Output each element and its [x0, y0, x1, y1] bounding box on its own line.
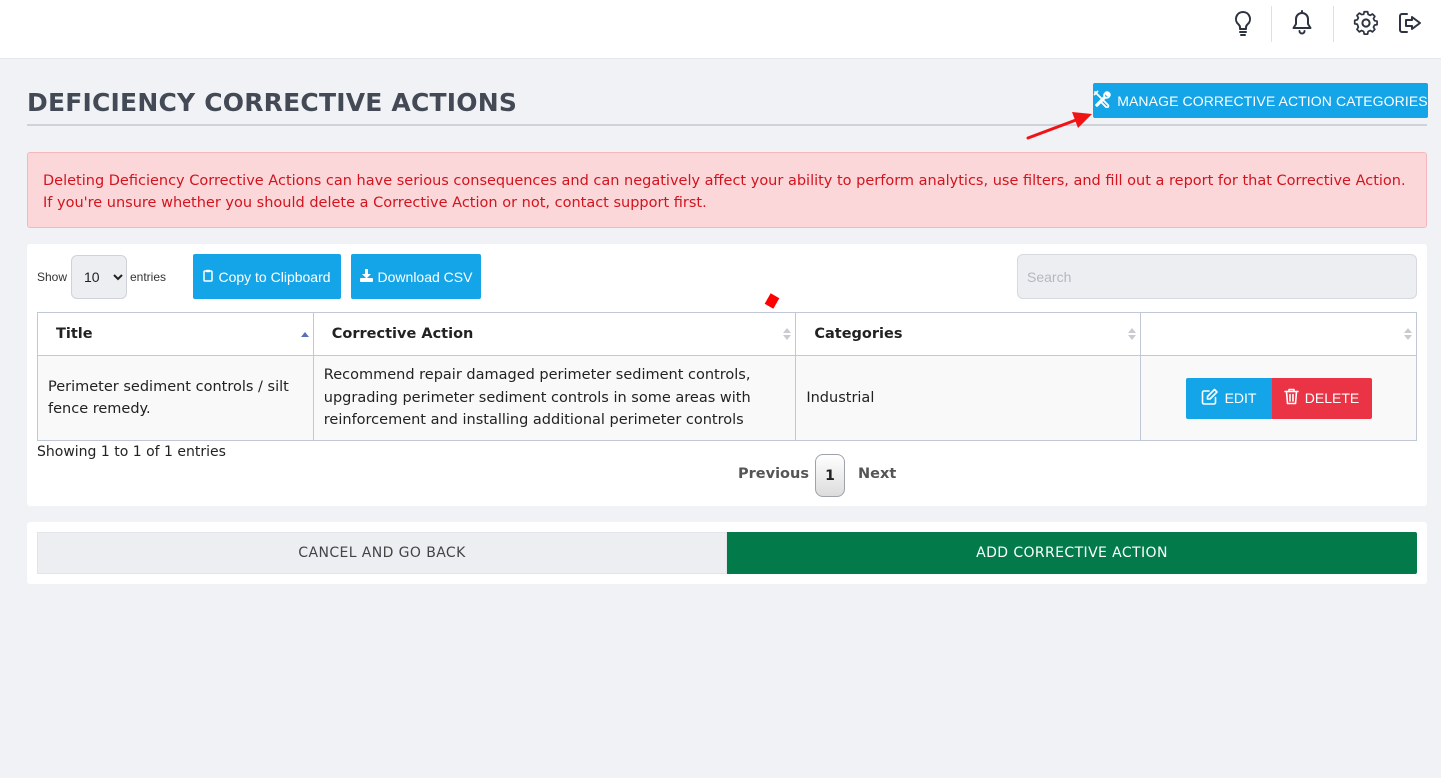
top-bar — [0, 0, 1441, 59]
logout-icon[interactable] — [1396, 8, 1424, 38]
cancel-and-go-back-button[interactable]: CANCEL AND GO BACK — [37, 532, 727, 574]
clipboard-icon — [203, 269, 214, 285]
gear-icon[interactable] — [1352, 8, 1380, 38]
delete-button[interactable]: DELETE — [1271, 377, 1372, 419]
copy-label: Copy to Clipboard — [218, 268, 331, 285]
row-actions: EDIT DELETE — [1151, 377, 1406, 419]
search-input[interactable] — [1017, 254, 1417, 299]
sort-icon — [1404, 327, 1412, 341]
annotation-arrow — [1026, 112, 1092, 140]
delete-label: DELETE — [1304, 390, 1360, 406]
copy-to-clipboard-button[interactable]: Copy to Clipboard — [193, 254, 341, 299]
alert-text: Deleting Deficiency Corrective Actions c… — [43, 173, 1406, 211]
manage-categories-label: MANAGE CORRECTIVE ACTION CATEGORIES — [1117, 92, 1428, 109]
cell-title: Perimeter sediment controls / silt fence… — [37, 355, 314, 441]
previous-page-button[interactable]: Previous — [738, 466, 809, 482]
show-label: Show — [37, 270, 68, 284]
manage-categories-button[interactable]: MANAGE CORRECTIVE ACTION CATEGORIES — [1093, 83, 1428, 118]
edit-button[interactable]: EDIT — [1185, 377, 1272, 419]
next-page-button[interactable]: Next — [858, 466, 896, 482]
edit-icon — [1201, 388, 1219, 408]
corrective-actions-table: Title Corrective Action Categories Perim… — [37, 312, 1417, 441]
cell-corrective-action: Recommend repair damaged perimeter sedim… — [312, 355, 797, 441]
column-header-categories[interactable]: Categories — [795, 312, 1142, 356]
page-title: DEFICIENCY CORRECTIVE ACTIONS — [27, 88, 518, 117]
sort-ascending-icon — [300, 327, 309, 341]
cell-categories: Industrial — [795, 355, 1142, 441]
trash-icon — [1283, 388, 1299, 408]
sort-icon — [1128, 327, 1137, 341]
entries-label: entries — [130, 270, 167, 284]
page-1-button[interactable]: 1 — [815, 454, 845, 497]
lightbulb-icon[interactable] — [1229, 8, 1257, 38]
topbar-separator — [1271, 6, 1272, 42]
add-corrective-action-button[interactable]: ADD CORRECTIVE ACTION — [727, 532, 1417, 574]
delete-warning-alert: Deleting Deficiency Corrective Actions c… — [27, 152, 1427, 228]
column-header-title[interactable]: Title — [37, 312, 314, 356]
csv-label: Download CSV — [377, 268, 473, 285]
sort-icon — [783, 327, 792, 341]
topbar-separator — [1333, 6, 1334, 42]
table-row: Perimeter sediment controls / silt fence… — [37, 355, 1417, 441]
bell-icon[interactable] — [1288, 8, 1316, 38]
column-header-actions[interactable] — [1140, 312, 1417, 356]
table-info: Showing 1 to 1 of 1 entries — [37, 444, 226, 460]
table-header-row: Title Corrective Action Categories — [37, 312, 1417, 356]
download-csv-button[interactable]: Download CSV — [351, 254, 481, 299]
download-icon — [359, 268, 373, 285]
column-header-corrective-action[interactable]: Corrective Action — [312, 312, 797, 356]
cell-actions: EDIT DELETE — [1140, 355, 1417, 441]
title-divider — [27, 124, 1427, 126]
edit-label: EDIT — [1224, 390, 1257, 406]
page-length-select[interactable]: 10 — [71, 255, 127, 299]
